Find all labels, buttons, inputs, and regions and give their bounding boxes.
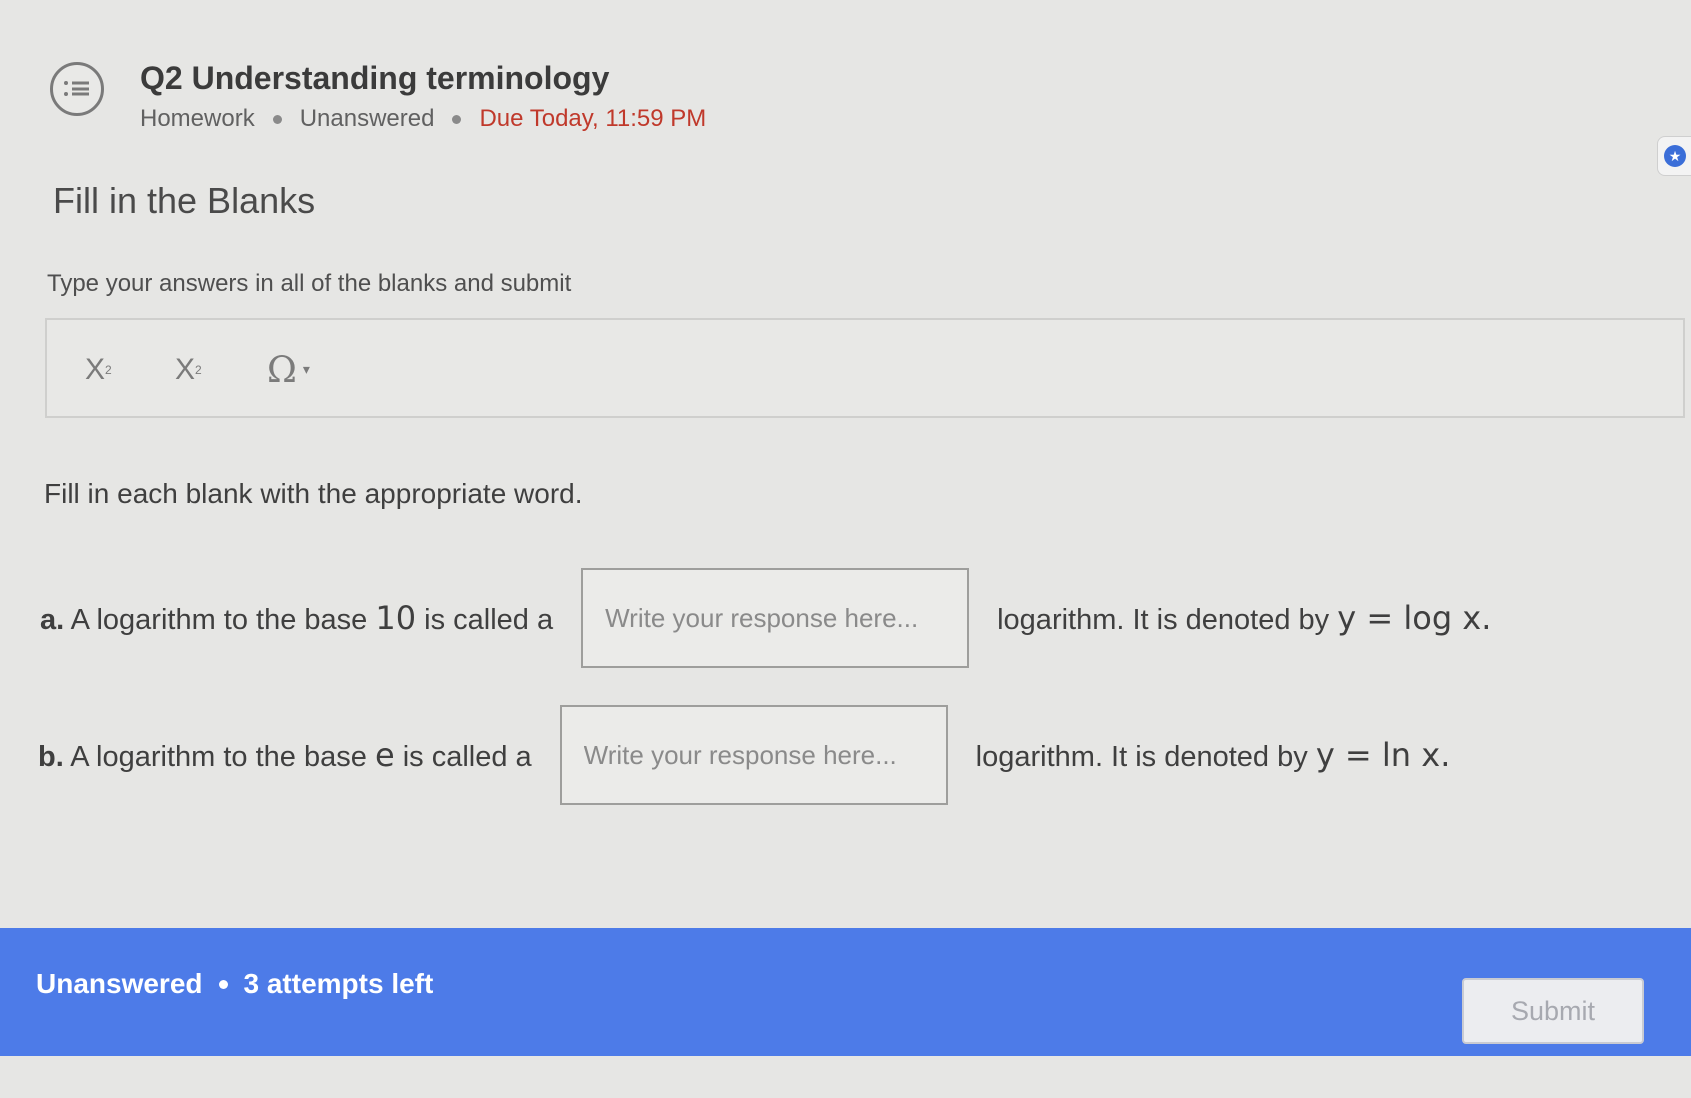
formatting-toolbar: X2 X2 Ω ▾ [45,318,1685,418]
separator-dot-icon [218,979,228,989]
subscript-button[interactable]: X2 [85,350,112,390]
response-input-b[interactable] [559,705,948,805]
subscript-icon: X [85,353,106,386]
attempts-left: 3 attempts left [243,968,434,999]
submit-button[interactable]: Submit [1462,978,1644,1044]
due-date: Due Today, 11:59 PM [479,105,707,132]
question-page: Q2 Understanding terminology Homework Un… [0,0,1691,1098]
separator-dot-icon [452,114,462,124]
item-text-after: logarithm. It is denoted by y = log x. [997,599,1492,637]
question-title: Q2 Understanding terminology [140,60,610,96]
item-text-before: b. A logarithm to the base e is called a [38,736,532,774]
omega-icon: Ω [267,349,297,391]
question-list-icon [50,62,104,116]
question-status: Unanswered [299,105,435,132]
item-text-before: a. A logarithm to the base 10 is called … [40,599,554,637]
question-prompt: Fill in each blank with the appropriate … [44,478,583,509]
special-characters-button[interactable]: Ω ▾ [267,349,310,391]
instructions: Type your answers in all of the blanks a… [47,270,572,297]
footer-status: Unanswered 3 attempts left [36,968,433,1000]
question-type: Homework [140,105,255,132]
separator-dot-icon [272,114,282,124]
chevron-down-icon: ▾ [302,362,310,378]
side-panel-toggle[interactable]: ★ [1657,136,1691,176]
section-title: Fill in the Blanks [53,180,316,221]
answer-status: Unanswered [36,968,203,999]
superscript-icon: X [175,353,196,386]
superscript-button[interactable]: X2 [175,350,202,390]
question-meta: Homework Unanswered Due Today, 11:59 PM [140,105,706,133]
star-icon: ★ [1664,145,1686,167]
submission-footer: Unanswered 3 attempts left Submit [0,928,1691,1056]
item-text-after: logarithm. It is denoted by y = ln x. [975,736,1451,774]
blank-item-b: b. A logarithm to the base e is called a… [38,705,1450,805]
response-input-a[interactable] [581,568,970,668]
blank-item-a: a. A logarithm to the base 10 is called … [40,568,1491,668]
